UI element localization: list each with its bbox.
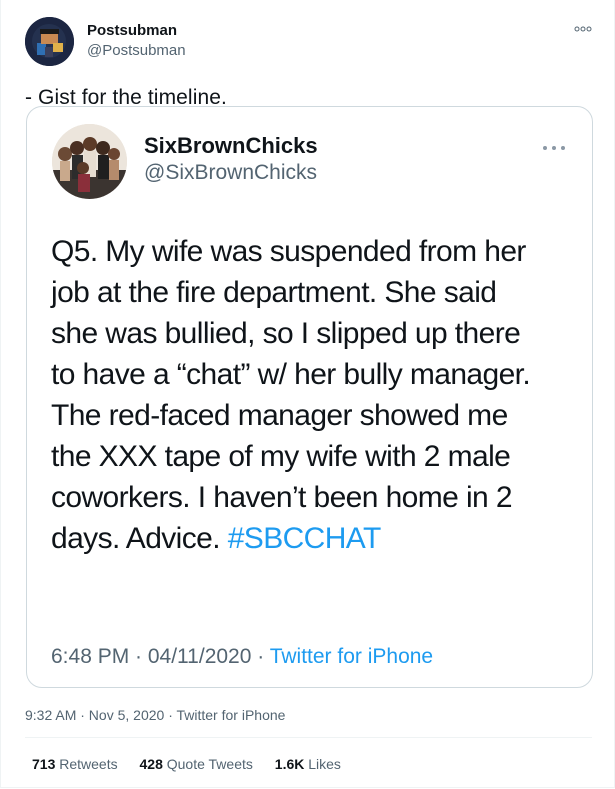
quoted-text-line: she was bullied, so I slipped up there — [51, 317, 521, 350]
likes-count: 1.6K — [274, 756, 305, 772]
quoted-text-line: coworkers. I haven’t been home in 2 — [51, 481, 513, 514]
quoted-tweet-meta: 6:48 PM · 04/11/2020 · Twitter for iPhon… — [51, 645, 433, 669]
divider — [25, 737, 592, 738]
likes-label: Likes — [308, 756, 341, 772]
quoted-text-line: the XXX tape of my wife with 2 male — [51, 440, 511, 473]
quoted-source-link: Twitter for iPhone — [269, 645, 434, 668]
hashtag-link: #SBCCHAT — [227, 522, 382, 555]
retweets-label: Retweets — [59, 756, 118, 772]
quoted-text-line: job at the fire department. She said — [51, 276, 497, 309]
quoted-author-handle: @SixBrownChicks — [144, 161, 318, 184]
tweet-timestamp[interactable]: 9:32 AM · Nov 5, 2020 · Twitter for iPho… — [25, 707, 285, 723]
author-avatar[interactable] — [25, 17, 74, 66]
quoted-more-icon — [542, 140, 566, 150]
quoted-timestamp: 6:48 PM · 04/11/2020 · — [51, 645, 270, 668]
quote-tweets-stat[interactable]: 428 Quote Tweets — [140, 756, 253, 772]
quoted-text-line: to have a “chat” w/ her bully manager. — [51, 358, 531, 391]
quoted-tweet-text: Q5. My wife was suspended from her job a… — [51, 231, 586, 559]
author-name[interactable]: Postsubman — [87, 22, 177, 39]
more-options-icon[interactable] — [574, 22, 592, 34]
avatar-image — [25, 17, 74, 66]
quote-tweets-label: Quote Tweets — [166, 756, 253, 772]
quoted-text-line: Q5. My wife was suspended from her — [51, 235, 526, 268]
quoted-text-line: The red-faced manager showed me — [51, 399, 508, 432]
quoted-text-last-line: days. Advice. #SBCCHAT — [51, 518, 586, 559]
likes-stat[interactable]: 1.6K Likes — [275, 756, 341, 772]
quoted-author-avatar — [52, 124, 127, 199]
quoted-author-name: SixBrownChicks — [144, 133, 318, 158]
quote-tweets-count: 428 — [139, 756, 163, 772]
retweets-stat[interactable]: 713 Retweets — [32, 756, 118, 772]
quoted-tweet-image[interactable]: SixBrownChicks @SixBrownChicks Q5. My wi… — [26, 106, 593, 688]
author-handle[interactable]: @Postsubman — [87, 42, 186, 59]
retweets-count: 713 — [32, 756, 56, 772]
quoted-text-fragment: days. Advice. — [51, 522, 228, 555]
tweet-stats: 713 Retweets 428 Quote Tweets 1.6K Likes — [32, 756, 359, 772]
